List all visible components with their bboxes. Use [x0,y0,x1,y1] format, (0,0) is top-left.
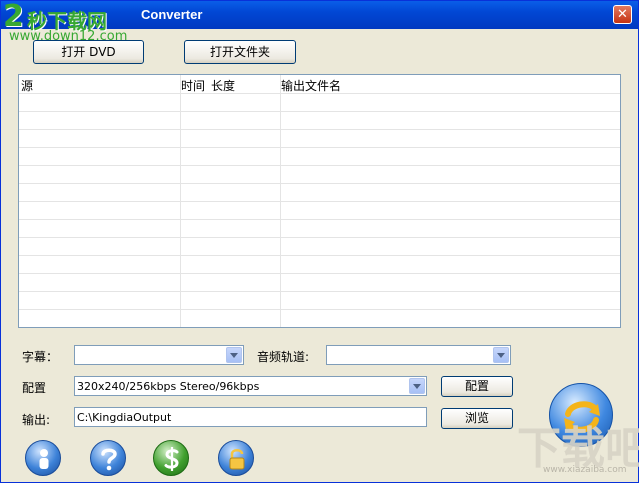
audio-track-select[interactable] [326,345,511,365]
file-list[interactable]: 源 时间 长度 输出文件名 [18,74,621,328]
config-select[interactable]: 320x240/256kbps Stereo/96kbps [74,376,427,396]
subtitle-select[interactable] [74,345,244,365]
row-divider [19,93,620,94]
column-source[interactable]: 源 [21,77,33,94]
column-length[interactable]: 长度 [211,77,235,94]
row-divider [19,201,620,202]
help-icon[interactable] [90,440,126,476]
chevron-down-icon[interactable] [409,378,425,394]
dollar-icon[interactable] [153,440,189,476]
open-folder-button[interactable]: 打开文件夹 [184,40,296,64]
row-divider [19,129,620,130]
config-label: 配置 [22,381,47,395]
watermark: 下载吧 www.xiazaiba.com [499,421,639,483]
window-title: Converter [141,7,203,22]
row-divider [19,309,620,310]
output-path-value: C:\KingdiaOutput [77,411,172,424]
row-divider [19,255,620,256]
row-divider [19,291,620,292]
list-header: 源 时间 长度 输出文件名 [19,75,620,93]
audio-track-label: 音频轨道: [257,350,310,364]
row-divider [19,237,620,238]
row-divider [19,111,620,112]
output-path-input[interactable]: C:\KingdiaOutput [74,407,427,427]
config-value: 320x240/256kbps Stereo/96kbps [77,380,260,393]
app-window: Converter ✕ 2 秒下载网 www.down12.com 打开 DVD… [0,0,639,483]
chevron-down-icon[interactable] [493,347,509,363]
lock-icon[interactable] [218,440,254,476]
chevron-down-icon[interactable] [226,347,242,363]
subtitle-label: 字幕： [22,350,59,364]
column-time[interactable]: 时间 [181,77,205,94]
row-divider [19,165,620,166]
watermark-url: www.xiazaiba.com [543,465,627,475]
output-label: 输出: [22,413,51,427]
row-divider [19,183,620,184]
config-button[interactable]: 配置 [441,376,513,397]
close-button[interactable]: ✕ [613,5,632,24]
row-divider [19,147,620,148]
open-dvd-button[interactable]: 打开 DVD [33,40,144,64]
row-divider [19,273,620,274]
row-divider [19,219,620,220]
user-icon[interactable] [25,440,61,476]
column-output-filename[interactable]: 输出文件名 [281,77,341,94]
